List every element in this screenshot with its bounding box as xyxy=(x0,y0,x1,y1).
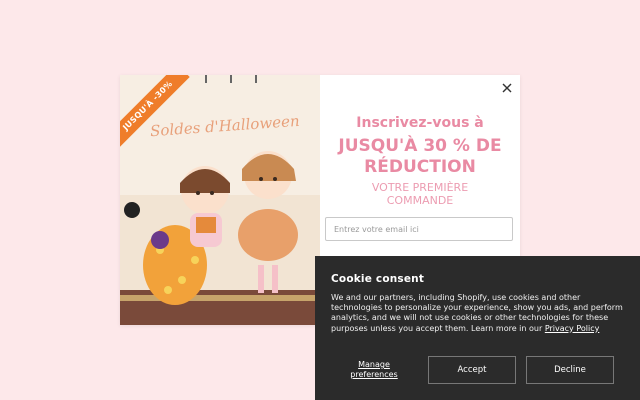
discount-headline-line1: JUSQU'À 30 % DE xyxy=(338,136,502,156)
cookie-consent-banner: Cookie consent We and our partners, incl… xyxy=(315,256,640,400)
first-order-subline-line2: COMMANDE xyxy=(386,194,454,207)
accept-button[interactable]: Accept xyxy=(428,356,516,384)
close-icon xyxy=(502,83,512,93)
first-order-subline: VOTRE PREMIÈRE COMMANDE xyxy=(320,181,520,207)
discount-headline: JUSQU'À 30 % DE RÉDUCTION xyxy=(320,136,520,178)
halloween-promo-image: JUSQU'À -30% Soldes d'Halloween xyxy=(120,75,320,325)
privacy-policy-link[interactable]: Privacy Policy xyxy=(545,324,600,333)
email-field[interactable] xyxy=(325,217,513,241)
decline-button[interactable]: Decline xyxy=(526,356,614,384)
cookie-consent-title: Cookie consent xyxy=(331,273,425,285)
manage-preferences-link[interactable]: Manage preferences xyxy=(341,360,407,380)
close-button[interactable] xyxy=(500,81,514,95)
signup-heading: Inscrivez-vous à xyxy=(356,115,484,131)
first-order-subline-line1: VOTRE PREMIÈRE xyxy=(371,181,469,194)
cookie-consent-text: We and our partners, including Shopify, … xyxy=(331,293,627,334)
discount-headline-line2: RÉDUCTION xyxy=(364,157,476,177)
